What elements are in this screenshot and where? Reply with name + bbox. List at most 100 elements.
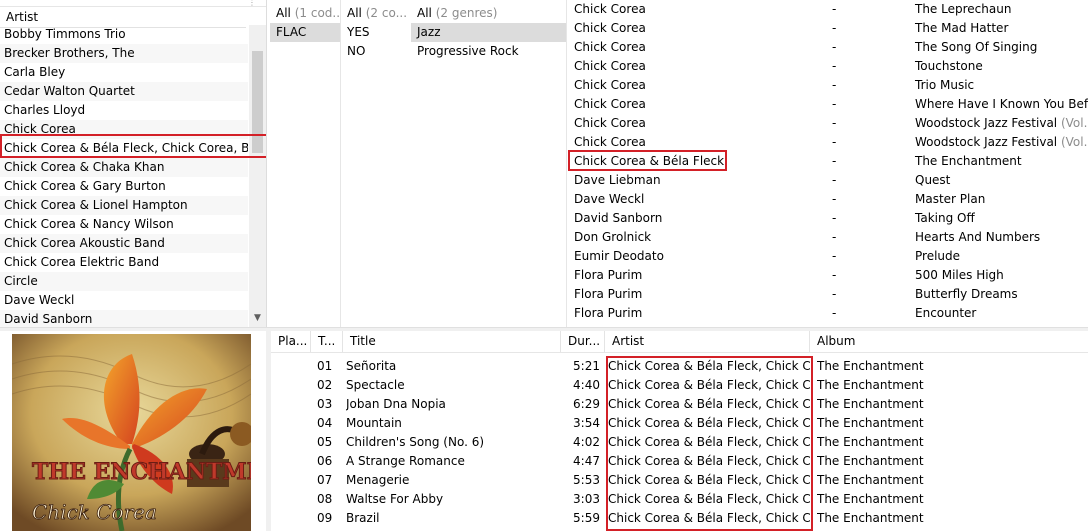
artist-list-item[interactable]: David Sanborn [0, 310, 248, 327]
artist-cell: Chick Corea & Béla Fleck, Chick Cor... [608, 359, 810, 373]
artist-scrollbar[interactable]: ▼ [249, 25, 266, 327]
artist-list-item[interactable]: Dave Weckl [0, 291, 248, 310]
scrollbar-thumb[interactable] [252, 51, 263, 153]
artist-cell: Chick Corea & Béla Fleck, Chick Cor... [608, 454, 810, 468]
album-row-title-text: Taking Off [915, 211, 975, 225]
pane-top-edge: ⋮ [0, 0, 266, 7]
playlist-row[interactable]: 09 Brazil 5:59 Chick Corea & Béla Fleck, Ch… [271, 509, 1088, 528]
album-list-row[interactable]: Chick Corea - The Mad Hatter [568, 19, 1088, 38]
album-row-artist: Chick Corea [574, 116, 646, 130]
playlist-row[interactable]: 05 Children's Song (No. 6) 4:02 Chick Corea… [271, 433, 1088, 452]
album-list-row[interactable]: Flora Purim - Butterfly Dreams [568, 285, 1088, 304]
album-list-row[interactable]: Chick Corea - Trio Music [568, 76, 1088, 95]
album-list-row[interactable]: David Sanborn - Taking Off [568, 209, 1088, 228]
artist-list-item[interactable]: Chick Corea [0, 120, 248, 139]
artist-list-item[interactable]: Chick Corea & Béla Fleck, Chick Corea, B… [0, 139, 248, 158]
album-row-title: The Mad Hatter [915, 19, 1008, 38]
album-list-row[interactable]: Chick Corea - The Leprechaun [568, 0, 1088, 19]
artist-list-item[interactable]: Chick Corea Akoustic Band [0, 234, 248, 253]
album-row-title: Touchstone [915, 57, 983, 76]
album-list-row[interactable]: Eumir Deodato - Prelude [568, 247, 1088, 266]
playlist-row[interactable]: 02 Spectacle 4:40 Chick Corea & Béla Fleck,… [271, 376, 1088, 395]
artist-list-item[interactable]: Charles Lloyd [0, 101, 248, 120]
playlist-row[interactable]: 06 A Strange Romance 4:47 Chick Corea & Bél… [271, 452, 1088, 471]
playlist-row[interactable]: 01 Señorita 5:21 Chick Corea & Béla Fleck, … [271, 357, 1088, 376]
artist-list-item[interactable]: Chick Corea Elektric Band [0, 253, 248, 272]
album-row-title: Quest [915, 171, 950, 190]
yesno-all-item[interactable]: All (2 co... [341, 4, 411, 23]
album-row-title: 500 Miles High [915, 266, 1004, 285]
album-cell: The Enchantment [817, 416, 924, 430]
title-cell: Mountain [346, 416, 402, 430]
album-row-separator: - [832, 40, 837, 54]
album-row-title-text: Master Plan [915, 192, 986, 206]
title-cell: Children's Song (No. 6) [346, 435, 485, 449]
artist-list-item[interactable]: Chick Corea & Lionel Hampton [0, 196, 248, 215]
genre-filter-item[interactable]: Jazz [411, 23, 566, 42]
album-cell: The Enchantment [817, 492, 924, 506]
album-row-artist: Flora Purim [574, 287, 643, 301]
col-header-duration[interactable]: Dur... [561, 331, 605, 352]
album-row-separator: - [832, 154, 837, 168]
yesno-filter-item[interactable]: YES [341, 23, 411, 42]
title-cell: A Strange Romance [346, 454, 465, 468]
album-row-title-text: Hearts And Numbers [915, 230, 1041, 244]
col-header-title[interactable]: Title [343, 331, 561, 352]
col-header-track[interactable]: T... [311, 331, 343, 352]
album-row-title: Trio Music [915, 76, 974, 95]
album-list-row[interactable]: Chick Corea & Béla Fleck - The Enchantment [568, 152, 1088, 171]
album-row-title-text: The Enchantment [915, 154, 1022, 168]
album-list-row[interactable]: Dave Weckl - Master Plan [568, 190, 1088, 209]
album-row-volume: (Vol. 1) [1060, 116, 1088, 130]
album-list-row[interactable]: Flora Purim - 500 Miles High [568, 266, 1088, 285]
artist-list-item[interactable]: Chick Corea & Nancy Wilson [0, 215, 248, 234]
artist-list-item[interactable]: Chick Corea & Chaka Khan [0, 158, 248, 177]
album-row-title-text: Prelude [915, 249, 961, 263]
album-list-row[interactable]: Chick Corea - Touchstone [568, 57, 1088, 76]
playlist-row[interactable]: 04 Mountain 3:54 Chick Corea & Béla Fleck, … [271, 414, 1088, 433]
album-row-title-text: 500 Miles High [915, 268, 1004, 282]
artist-list-item[interactable]: Cedar Walton Quartet [0, 82, 248, 101]
album-list-row[interactable]: Chick Corea - Woodstock Jazz Festival (Vol… [568, 114, 1088, 133]
track-number-cell: 08 [317, 492, 333, 506]
codec-filter-item[interactable]: FLAC [270, 23, 340, 42]
artist-cell: Chick Corea & Béla Fleck, Chick Cor... [608, 378, 810, 392]
scroll-down-arrow-icon[interactable]: ▼ [249, 310, 266, 327]
album-row-separator: - [832, 287, 837, 301]
album-list-row[interactable]: Don Grolnick - Hearts And Numbers [568, 228, 1088, 247]
album-row-artist: Flora Purim [574, 268, 643, 282]
album-list-row[interactable]: Flora Purim - Encounter [568, 304, 1088, 323]
artist-list-item[interactable]: Circle [0, 272, 248, 291]
album-list-row[interactable]: Chick Corea - Where Have I Known You Befor… [568, 95, 1088, 114]
col-header-artist[interactable]: Artist [605, 331, 810, 352]
playlist-row[interactable]: 08 Waltse For Abby 3:03 Chick Corea & Béla … [271, 490, 1088, 509]
artist-list-item[interactable]: Chick Corea & Gary Burton [0, 177, 248, 196]
album-row-volume: (Vol. 2) [1060, 135, 1088, 149]
artist-list-item[interactable]: Bobby Timmons Trio [0, 25, 248, 44]
album-cell: The Enchantment [817, 378, 924, 392]
genre-filter-item[interactable]: Progressive Rock [411, 42, 566, 61]
title-cell: Spectacle [346, 378, 405, 392]
album-row-separator: - [832, 135, 837, 149]
album-row-artist: Chick Corea [574, 40, 646, 54]
artist-list-item[interactable]: Carla Bley [0, 63, 248, 82]
track-number-cell: 09 [317, 511, 333, 525]
album-row-title: The Enchantment [915, 152, 1022, 171]
album-list-row[interactable]: Chick Corea - Woodstock Jazz Festival (Vol… [568, 133, 1088, 152]
title-cell: Menagerie [346, 473, 410, 487]
codec-all-item[interactable]: All (1 cod... [270, 4, 340, 23]
genre-all-item[interactable]: All (2 genres) [411, 4, 566, 23]
playlist-row[interactable]: 03 Joban Dna Nopia 6:29 Chick Corea & Béla … [271, 395, 1088, 414]
col-header-album[interactable]: Album [810, 331, 1088, 352]
album-list-row[interactable]: Dave Liebman - Quest [568, 171, 1088, 190]
yesno-filter-item[interactable]: NO [341, 42, 411, 61]
album-list-row[interactable]: Chick Corea - The Song Of Singing [568, 38, 1088, 57]
album-row-separator: - [832, 306, 837, 320]
resize-grip-icon[interactable]: ⋮ [248, 0, 256, 7]
artist-list-item[interactable]: Brecker Brothers, The [0, 44, 248, 63]
col-header-playing[interactable]: Pla... [271, 331, 311, 352]
album-cell: The Enchantment [817, 511, 924, 525]
artist-cell: Chick Corea & Béla Fleck, Chick Cor... [608, 492, 810, 506]
playlist-row[interactable]: 07 Menagerie 5:53 Chick Corea & Béla Fleck,… [271, 471, 1088, 490]
album-row-title-text: Touchstone [915, 59, 983, 73]
